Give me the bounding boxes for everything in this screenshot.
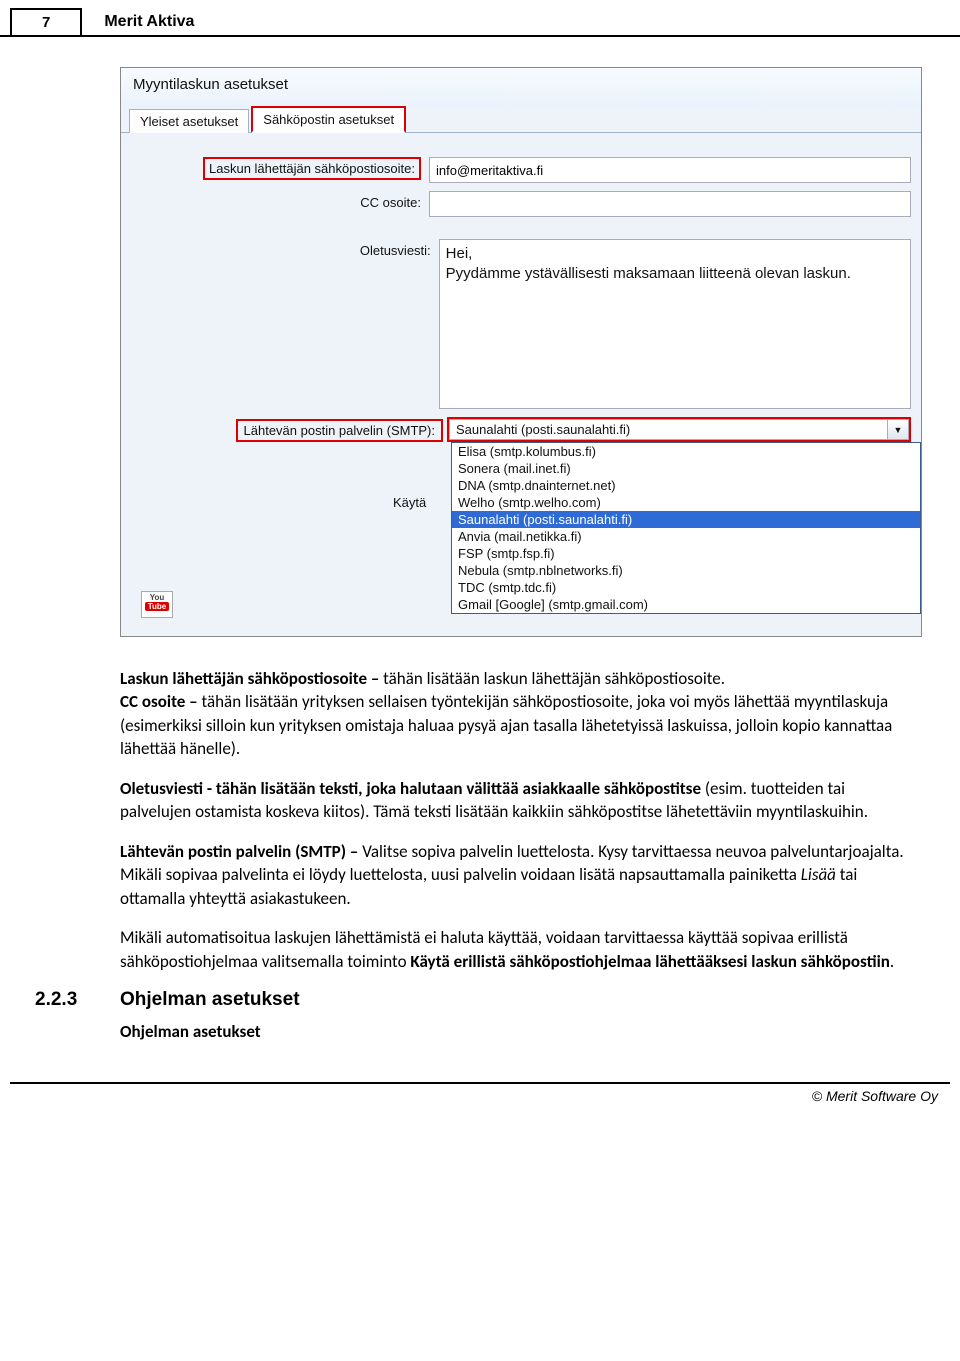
youtube-icon[interactable]: You Tube bbox=[141, 591, 173, 618]
form-area: Laskun lähettäjän sähköpostiosoite: CC o… bbox=[121, 133, 921, 636]
smtp-option[interactable]: Anvia (mail.netikka.fi) bbox=[452, 528, 920, 545]
sender-input[interactable] bbox=[429, 157, 911, 183]
section-heading: 2.2.3 Ohjelman asetukset bbox=[35, 989, 960, 1011]
smtp-option[interactable]: Nebula (smtp.nblnetworks.fi) bbox=[452, 562, 920, 579]
smtp-option[interactable]: Gmail [Google] (smtp.gmail.com) bbox=[452, 596, 920, 613]
cc-label: CC osoite: bbox=[131, 191, 429, 210]
use-label: Käytä bbox=[393, 495, 426, 510]
smtp-dropdown[interactable]: Elisa (smtp.kolumbus.fi) Sonera (mail.in… bbox=[451, 442, 921, 614]
smtp-option[interactable]: Sonera (mail.inet.fi) bbox=[452, 460, 920, 477]
settings-screenshot: Myyntilaskun asetukset Yleiset asetukset… bbox=[120, 67, 922, 637]
cc-input[interactable] bbox=[429, 191, 911, 217]
page-header-title: Merit Aktiva bbox=[82, 9, 194, 35]
section-title: Ohjelman asetukset bbox=[120, 989, 300, 1011]
youtube-icon-bottom: Tube bbox=[145, 602, 170, 611]
sender-label: Laskun lähettäjän sähköpostiosoite: bbox=[203, 157, 421, 180]
page-footer: © Merit Software Oy bbox=[10, 1082, 950, 1122]
smtp-option-selected[interactable]: Saunalahti (posti.saunalahti.fi) bbox=[452, 511, 920, 528]
tab-general[interactable]: Yleiset asetukset bbox=[129, 109, 249, 133]
page-number: 7 bbox=[10, 8, 82, 35]
smtp-label: Lähtevän postin palvelin (SMTP): bbox=[236, 419, 443, 442]
default-msg-label: Oletusviesti: bbox=[131, 239, 439, 258]
smtp-option[interactable]: TDC (smtp.tdc.fi) bbox=[452, 579, 920, 596]
window-title: Myyntilaskun asetukset bbox=[121, 68, 921, 105]
chevron-down-icon[interactable]: ▼ bbox=[888, 419, 909, 440]
smtp-option[interactable]: FSP (smtp.fsp.fi) bbox=[452, 545, 920, 562]
tab-email[interactable]: Sähköpostin asetukset bbox=[251, 106, 406, 133]
smtp-option[interactable]: Welho (smtp.welho.com) bbox=[452, 494, 920, 511]
para-sender: Laskun lähettäjän sähköpostiosoite – täh… bbox=[120, 667, 905, 761]
para-alternate: Mikäli automatisoitua laskujen lähettämi… bbox=[120, 926, 905, 973]
sender-label-wrap: Laskun lähettäjän sähköpostiosoite: bbox=[131, 157, 429, 176]
smtp-select[interactable]: Saunalahti (posti.saunalahti.fi) ▼ bbox=[447, 417, 911, 442]
smtp-option[interactable]: DNA (smtp.dnainternet.net) bbox=[452, 477, 920, 494]
para-smtp: Lähtevän postin palvelin (SMTP) – Valits… bbox=[120, 840, 905, 910]
page-header: 7 Merit Aktiva bbox=[0, 8, 960, 37]
tabstrip: Yleiset asetukset Sähköpostin asetukset bbox=[121, 105, 921, 133]
default-msg-textarea[interactable]: Hei, Pyydämme ystävällisesti maksamaan l… bbox=[439, 239, 911, 409]
smtp-selected-value: Saunalahti (posti.saunalahti.fi) bbox=[449, 419, 888, 440]
youtube-icon-top: You bbox=[150, 593, 165, 602]
subheading: Ohjelman asetukset bbox=[120, 1021, 960, 1042]
smtp-option[interactable]: Elisa (smtp.kolumbus.fi) bbox=[452, 443, 920, 460]
para-oletusviesti: Oletusviesti - tähän lisätään teksti, jo… bbox=[120, 777, 905, 824]
section-number: 2.2.3 bbox=[35, 989, 120, 1011]
body-text: Laskun lähettäjän sähköpostiosoite – täh… bbox=[120, 667, 905, 973]
